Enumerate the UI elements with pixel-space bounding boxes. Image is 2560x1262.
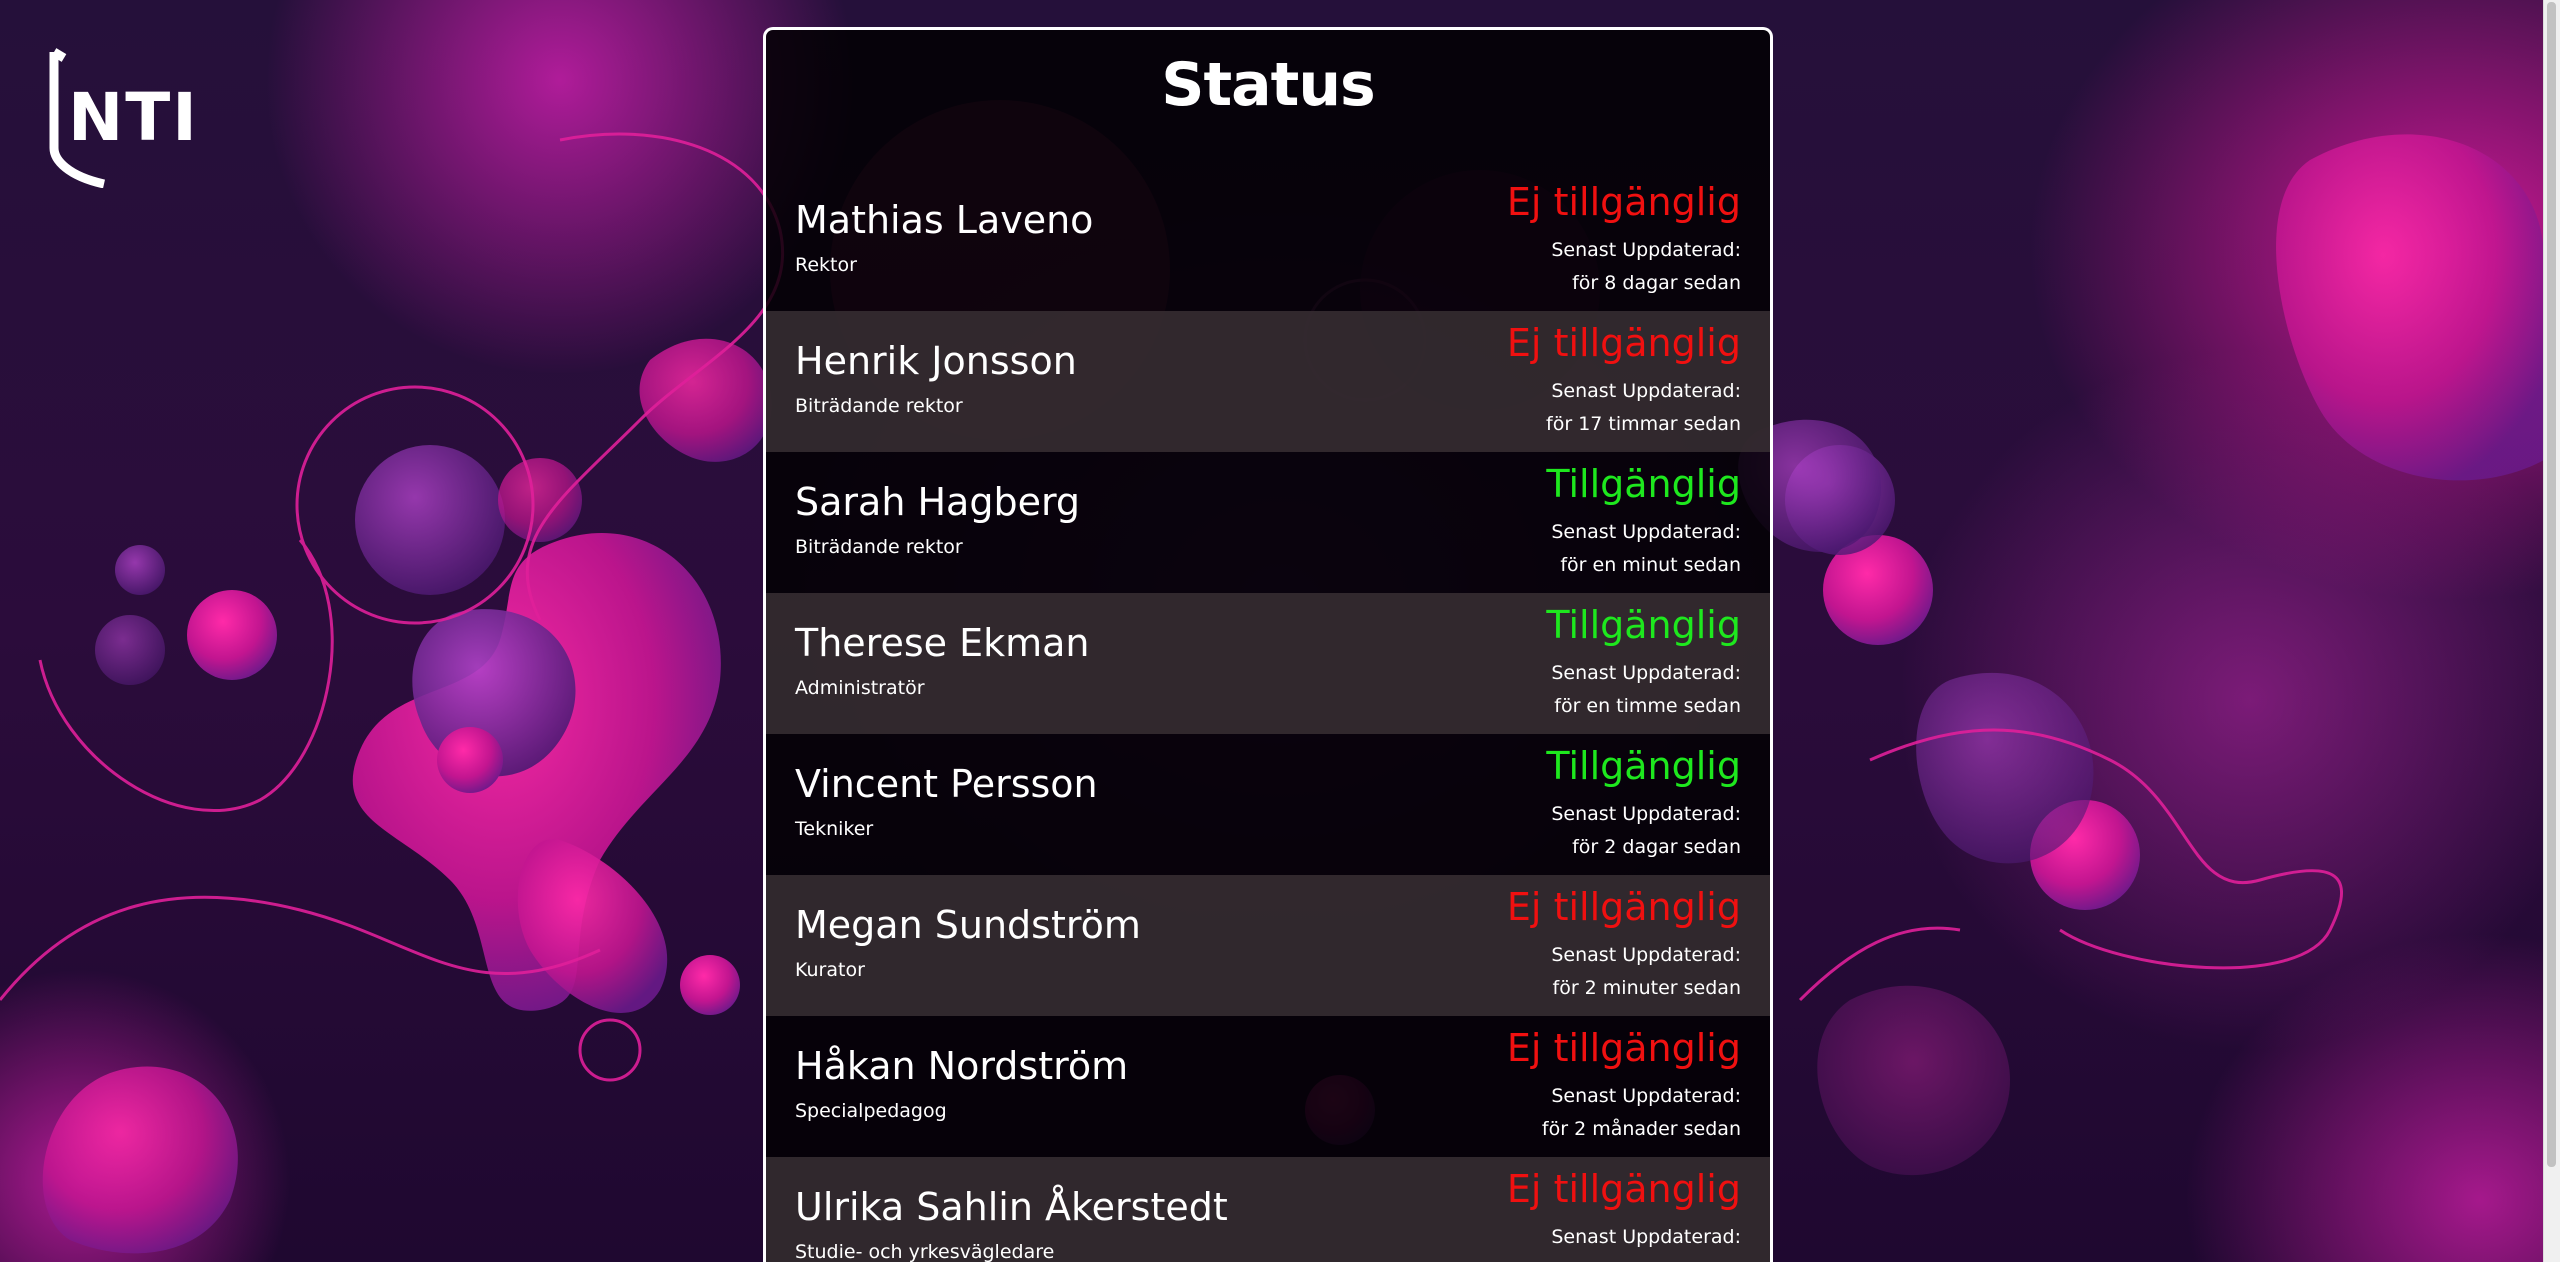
last-updated: Senast Uppdaterad: för 2 minuter sedan — [1551, 939, 1741, 1005]
last-updated: Senast Uppdaterad: för 8 dagar sedan — [1551, 234, 1741, 300]
staff-row: Henrik Jonsson Biträdande rektor Ej tillgä… — [766, 311, 1770, 452]
staff-name: Håkan Nordström — [795, 1044, 1129, 1088]
last-updated-label: Senast Uppdaterad: — [1551, 1085, 1741, 1107]
last-updated-label: Senast Uppdaterad: — [1551, 662, 1741, 684]
last-updated-value: för en timme sedan — [1554, 695, 1741, 717]
last-updated: Senast Uppdaterad: för 2 dagar sedan — [1551, 798, 1741, 864]
status-badge: Ej tillgänglig — [1506, 1026, 1741, 1070]
last-updated-value: för 2 månader sedan — [1541, 1118, 1741, 1140]
staff-name: Henrik Jonsson — [795, 339, 1077, 383]
staff-row: Mathias Laveno Rektor Ej tillgänglig Senast… — [766, 170, 1770, 311]
staff-role: Studie- och yrkesvägledare — [795, 1241, 1055, 1262]
logo-text: NTI — [68, 79, 199, 156]
last-updated: Senast Uppdaterad: för 17 timmar sedan — [1546, 375, 1741, 441]
staff-row: Megan Sundström Kurator Ej tillgänglig Sena… — [766, 875, 1770, 1016]
last-updated-label: Senast Uppdaterad: — [1551, 521, 1741, 543]
staff-list: Mathias Laveno Rektor Ej tillgänglig Senast… — [766, 170, 1770, 1262]
last-updated: Senast Uppdaterad: för 2 månader sedan — [1542, 1080, 1741, 1146]
status-badge: Tillgänglig — [1546, 462, 1741, 506]
staff-role: Tekniker — [795, 818, 874, 840]
status-badge: Tillgänglig — [1546, 603, 1741, 647]
last-updated-value: för 17 timmar sedan — [1546, 413, 1741, 435]
last-updated: Senast Uppdaterad: för en timme sedan — [1551, 657, 1741, 723]
last-updated-label: Senast Uppdaterad: — [1551, 803, 1741, 825]
staff-row: Vincent Persson Tekniker Tillgänglig Senast… — [766, 734, 1770, 875]
last-updated-label: Senast Uppdaterad: — [1551, 380, 1741, 402]
staff-name: Megan Sundström — [795, 903, 1141, 947]
staff-name: Sarah Hagberg — [795, 480, 1081, 524]
last-updated-label: Senast Uppdaterad: — [1551, 239, 1741, 261]
last-updated-value: för 2 dagar sedan — [1572, 836, 1741, 858]
staff-role: Kurator — [795, 959, 865, 981]
staff-role: Rektor — [795, 254, 857, 276]
staff-name: Vincent Persson — [795, 762, 1098, 806]
staff-row: Therese Ekman Administratör Tillgänglig Sen… — [766, 593, 1770, 734]
staff-name: Mathias Laveno — [795, 198, 1094, 242]
last-updated-label: Senast Uppdaterad: — [1551, 944, 1741, 966]
page-title: Status — [1161, 50, 1376, 120]
status-badge: Ej tillgänglig — [1506, 321, 1741, 365]
staff-name: Therese Ekman — [795, 621, 1090, 665]
staff-role: Biträdande rektor — [795, 395, 963, 417]
staff-role: Specialpedagog — [795, 1100, 947, 1122]
status-panel: Status Mathias Laveno Rektor Ej tillgängli… — [763, 27, 1773, 1262]
status-badge: Ej tillgänglig — [1506, 1167, 1741, 1211]
last-updated-value: för en minut sedan — [1560, 554, 1741, 576]
nti-logo: NTI — [48, 48, 208, 189]
staff-row: Sarah Hagberg Biträdande rektor Tillgängli… — [766, 452, 1770, 593]
last-updated: Senast Uppdaterad: — [1551, 1221, 1741, 1254]
staff-role: Biträdande rektor — [795, 536, 963, 558]
status-badge: Ej tillgänglig — [1506, 180, 1741, 224]
nti-logo-mark: NTI — [49, 48, 199, 189]
last-updated: Senast Uppdaterad: för en minut sedan — [1551, 516, 1741, 582]
staff-row: Håkan Nordström Specialpedagog Ej tillgäng… — [766, 1016, 1770, 1157]
scrollbar-thumb[interactable] — [2547, 2, 2556, 1167]
last-updated-value: för 2 minuter sedan — [1552, 977, 1742, 999]
last-updated-value: för 8 dagar sedan — [1572, 272, 1741, 294]
status-badge: Tillgänglig — [1546, 744, 1741, 788]
staff-name: Ulrika Sahlin Åkerstedt — [795, 1185, 1228, 1229]
staff-role: Administratör — [795, 677, 925, 699]
staff-row: Ulrika Sahlin Åkerstedt Studie- och yrkes… — [766, 1157, 1770, 1262]
last-updated-label: Senast Uppdaterad: — [1551, 1226, 1741, 1248]
vertical-scrollbar[interactable] — [2543, 0, 2560, 1262]
status-badge: Ej tillgänglig — [1506, 885, 1741, 929]
